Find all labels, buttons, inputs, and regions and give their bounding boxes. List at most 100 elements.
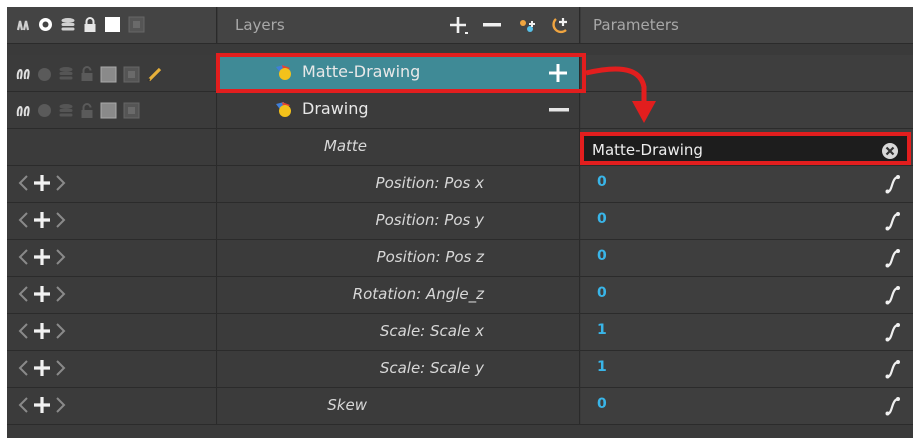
add-keyframe-icon[interactable] (31, 172, 53, 194)
attribute-row: Position: Pos z 0 (7, 240, 913, 277)
next-keyframe-icon[interactable] (55, 358, 67, 378)
add-peg-icon[interactable] (518, 19, 538, 35)
matte-field[interactable]: Matte-Drawing (580, 132, 911, 165)
visibility-icon[interactable] (37, 103, 52, 118)
parameter-cell[interactable]: 0 (581, 388, 913, 424)
previous-keyframe-icon[interactable] (17, 395, 29, 415)
add-keyframe-icon[interactable] (31, 394, 53, 416)
keyframe-nav-cell (7, 277, 217, 313)
function-curve-icon[interactable] (885, 285, 901, 305)
layers-stack-icon[interactable] (58, 103, 74, 119)
next-keyframe-icon[interactable] (55, 247, 67, 267)
attribute-row: Position: Pos x 0 (7, 166, 913, 203)
attribute-value[interactable]: 0 (597, 396, 607, 412)
next-keyframe-icon[interactable] (55, 321, 67, 341)
attribute-row: Rotation: Angle_z 0 (7, 277, 913, 314)
parameter-cell[interactable]: 0 (581, 277, 913, 313)
function-curve-icon[interactable] (885, 248, 901, 268)
matte-label: Matte (323, 137, 367, 155)
visibility-icon[interactable] (38, 17, 53, 32)
attribute-label: Position: Pos z (376, 248, 484, 266)
parameter-cell[interactable]: 0 (581, 203, 913, 239)
add-keyframe-icon[interactable] (31, 246, 53, 268)
onion-skin-icon[interactable] (15, 104, 31, 118)
function-curve-icon[interactable] (885, 322, 901, 342)
drawing-layer-icon (276, 101, 291, 117)
layer-lock-icon[interactable] (123, 66, 140, 83)
attribute-label: Skew (327, 396, 367, 414)
previous-keyframe-icon[interactable] (17, 173, 29, 193)
color-swatch-icon[interactable] (100, 102, 117, 119)
previous-keyframe-icon[interactable] (17, 358, 29, 378)
lock-icon[interactable] (80, 102, 94, 119)
onion-skin-icon[interactable] (15, 67, 31, 81)
keyframe-nav-cell (7, 240, 217, 276)
next-keyframe-icon[interactable] (55, 284, 67, 304)
header-toggles (7, 7, 217, 43)
matte-value: Matte-Drawing (592, 141, 703, 159)
add-layer-icon[interactable] (449, 16, 471, 36)
color-swatch-icon[interactable] (100, 66, 117, 83)
attribute-label: Scale: Scale y (379, 359, 484, 377)
onion-skin-icon[interactable] (15, 18, 31, 32)
attribute-label-cell: Rotation: Angle_z (218, 277, 580, 313)
layer-name-cell[interactable]: Drawing (218, 92, 580, 128)
add-keyframe-icon[interactable] (31, 320, 53, 342)
visibility-icon[interactable] (37, 67, 52, 82)
layer-toggles (7, 55, 217, 91)
timeline-panel: Layers Parameters Matte-Drawing Drawing … (7, 7, 913, 438)
attribute-value[interactable]: 0 (597, 248, 607, 264)
pencil-icon[interactable] (146, 65, 164, 83)
next-keyframe-icon[interactable] (55, 395, 67, 415)
add-keyframe-icon[interactable] (31, 283, 53, 305)
attribute-row: Skew 0 (7, 388, 913, 425)
function-curve-icon[interactable] (885, 359, 901, 379)
attribute-row: Position: Pos y 0 (7, 203, 913, 240)
function-curve-icon[interactable] (885, 174, 901, 194)
lock-icon[interactable] (80, 66, 94, 82)
attribute-value[interactable]: 0 (597, 174, 607, 190)
function-curve-icon[interactable] (885, 211, 901, 231)
highlight-box (216, 53, 586, 93)
layers-stack-icon[interactable] (60, 17, 76, 33)
callout-arrow (585, 66, 656, 123)
next-keyframe-icon[interactable] (55, 173, 67, 193)
layer-lock-icon[interactable] (128, 16, 145, 33)
parameter-cell[interactable]: 0 (581, 166, 913, 202)
add-keyframe-icon[interactable] (31, 209, 53, 231)
attribute-row: Scale: Scale x 1 (7, 314, 913, 351)
row-divider (7, 424, 913, 425)
layers-stack-icon[interactable] (58, 66, 74, 82)
previous-keyframe-icon[interactable] (17, 210, 29, 230)
header-row: Layers Parameters (7, 7, 913, 44)
layer-toggles (7, 92, 217, 128)
empty-cell (7, 129, 217, 165)
add-peg-layer-icon[interactable] (550, 16, 572, 36)
keyframe-nav-cell (7, 203, 217, 239)
clear-icon[interactable] (881, 142, 899, 160)
add-keyframe-icon[interactable] (31, 357, 53, 379)
attribute-value[interactable]: 1 (597, 359, 607, 375)
parameter-cell[interactable]: 0 (581, 240, 913, 276)
attribute-label-cell: Position: Pos x (218, 166, 580, 202)
lock-icon[interactable] (83, 16, 97, 33)
function-curve-icon[interactable] (885, 396, 901, 416)
previous-keyframe-icon[interactable] (17, 247, 29, 267)
layer-lock-icon[interactable] (123, 102, 140, 119)
attribute-label: Rotation: Angle_z (352, 285, 484, 303)
previous-keyframe-icon[interactable] (17, 284, 29, 304)
color-swatch-icon[interactable] (104, 16, 121, 33)
parameter-cell[interactable]: 1 (581, 351, 913, 387)
remove-layer-icon[interactable] (483, 23, 501, 29)
layers-header: Layers (218, 7, 580, 43)
attribute-value[interactable]: 0 (597, 285, 607, 301)
attribute-value[interactable]: 1 (597, 322, 607, 338)
parameter-cell[interactable]: 1 (581, 314, 913, 350)
keyframe-nav-cell (7, 166, 217, 202)
attribute-value[interactable]: 0 (597, 211, 607, 227)
collapse-layer-icon[interactable] (549, 108, 569, 113)
layers-title: Layers (235, 16, 285, 34)
layer-row-drawing[interactable]: Drawing (7, 92, 913, 129)
next-keyframe-icon[interactable] (55, 210, 67, 230)
previous-keyframe-icon[interactable] (17, 321, 29, 341)
